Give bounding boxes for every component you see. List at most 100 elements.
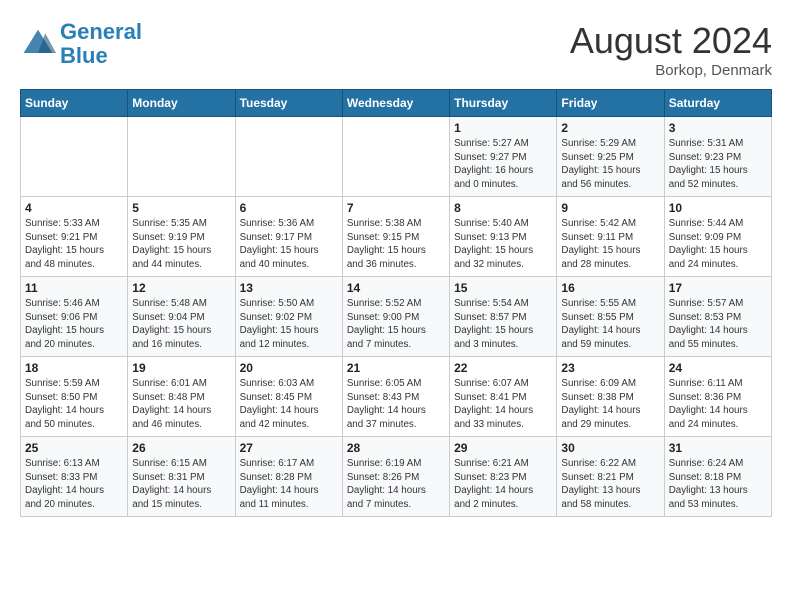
day-header-thursday: Thursday	[450, 90, 557, 117]
day-info: Sunrise: 6:11 AM Sunset: 8:36 PM Dayligh…	[669, 377, 767, 432]
day-info: Sunrise: 6:24 AM Sunset: 8:18 PM Dayligh…	[669, 457, 767, 512]
day-number: 12	[132, 281, 230, 295]
calendar-cell: 20 Sunrise: 6:03 AM Sunset: 8:45 PM Dayli…	[235, 357, 342, 437]
calendar-cell	[21, 117, 128, 197]
calendar-cell: 30Sunrise: 6:22 AM Sunset: 8:21 PM Dayli…	[557, 437, 664, 517]
day-info: Sunrise: 5:36 AM Sunset: 9:17 PM Dayligh…	[240, 217, 338, 272]
day-number: 1	[454, 121, 552, 135]
day-number: 29	[454, 441, 552, 455]
day-info: Sunrise: 5:35 AM Sunset: 9:19 PM Dayligh…	[132, 217, 230, 272]
calendar-cell: 23 Sunrise: 6:09 AM Sunset: 8:38 PM Dayli…	[557, 357, 664, 437]
day-number: 9	[561, 201, 659, 215]
calendar-cell: 6 Sunrise: 5:36 AM Sunset: 9:17 PM Daylig…	[235, 197, 342, 277]
day-info: Sunrise: 5:40 AM Sunset: 9:13 PM Dayligh…	[454, 217, 552, 272]
calendar-cell: 15Sunrise: 5:54 AM Sunset: 8:57 PM Dayli…	[450, 277, 557, 357]
day-info: Sunrise: 6:07 AM Sunset: 8:41 PM Dayligh…	[454, 377, 552, 432]
day-info: Sunrise: 6:09 AM Sunset: 8:38 PM Dayligh…	[561, 377, 659, 432]
calendar-cell: 27 Sunrise: 6:17 AM Sunset: 8:28 PM Dayli…	[235, 437, 342, 517]
day-number: 4	[25, 201, 123, 215]
location: Borkop, Denmark	[570, 62, 772, 79]
calendar-cell: 5Sunrise: 5:35 AM Sunset: 9:19 PM Daylig…	[128, 197, 235, 277]
day-number: 31	[669, 441, 767, 455]
day-number: 17	[669, 281, 767, 295]
day-number: 20	[240, 361, 338, 375]
logo-icon	[20, 26, 56, 62]
calendar-cell: 16 Sunrise: 5:55 AM Sunset: 8:55 PM Dayli…	[557, 277, 664, 357]
day-number: 11	[25, 281, 123, 295]
day-info: Sunrise: 5:48 AM Sunset: 9:04 PM Dayligh…	[132, 297, 230, 352]
logo: General Blue	[20, 20, 142, 68]
day-info: Sunrise: 5:38 AM Sunset: 9:15 PM Dayligh…	[347, 217, 445, 272]
day-number: 14	[347, 281, 445, 295]
day-info: Sunrise: 5:59 AM Sunset: 8:50 PM Dayligh…	[25, 377, 123, 432]
calendar-cell: 2Sunrise: 5:29 AM Sunset: 9:25 PM Daylig…	[557, 117, 664, 197]
calendar-cell: 26Sunrise: 6:15 AM Sunset: 8:31 PM Dayli…	[128, 437, 235, 517]
day-info: Sunrise: 6:22 AM Sunset: 8:21 PM Dayligh…	[561, 457, 659, 512]
day-number: 19	[132, 361, 230, 375]
day-number: 8	[454, 201, 552, 215]
day-number: 21	[347, 361, 445, 375]
calendar-cell: 4 Sunrise: 5:33 AM Sunset: 9:21 PM Daylig…	[21, 197, 128, 277]
day-number: 2	[561, 121, 659, 135]
calendar-cell	[235, 117, 342, 197]
day-info: Sunrise: 5:55 AM Sunset: 8:55 PM Dayligh…	[561, 297, 659, 352]
week-row-2: 4 Sunrise: 5:33 AM Sunset: 9:21 PM Daylig…	[21, 197, 772, 277]
day-info: Sunrise: 6:03 AM Sunset: 8:45 PM Dayligh…	[240, 377, 338, 432]
page-header: General Blue August 2024 Borkop, Denmark	[20, 20, 772, 79]
day-info: Sunrise: 6:19 AM Sunset: 8:26 PM Dayligh…	[347, 457, 445, 512]
calendar-cell: 31 Sunrise: 6:24 AM Sunset: 8:18 PM Dayli…	[664, 437, 771, 517]
day-info: Sunrise: 5:52 AM Sunset: 9:00 PM Dayligh…	[347, 297, 445, 352]
day-info: Sunrise: 5:46 AM Sunset: 9:06 PM Dayligh…	[25, 297, 123, 352]
day-number: 6	[240, 201, 338, 215]
week-row-4: 18 Sunrise: 5:59 AM Sunset: 8:50 PM Dayli…	[21, 357, 772, 437]
day-number: 3	[669, 121, 767, 135]
month-title: August 2024	[570, 20, 772, 62]
calendar-cell: 11 Sunrise: 5:46 AM Sunset: 9:06 PM Dayli…	[21, 277, 128, 357]
day-number: 28	[347, 441, 445, 455]
calendar-cell: 8 Sunrise: 5:40 AM Sunset: 9:13 PM Daylig…	[450, 197, 557, 277]
day-info: Sunrise: 5:57 AM Sunset: 8:53 PM Dayligh…	[669, 297, 767, 352]
calendar-cell: 24 Sunrise: 6:11 AM Sunset: 8:36 PM Dayli…	[664, 357, 771, 437]
calendar-cell: 1Sunrise: 5:27 AM Sunset: 9:27 PM Daylig…	[450, 117, 557, 197]
calendar-cell: 7Sunrise: 5:38 AM Sunset: 9:15 PM Daylig…	[342, 197, 449, 277]
day-number: 25	[25, 441, 123, 455]
calendar-cell: 29 Sunrise: 6:21 AM Sunset: 8:23 PM Dayli…	[450, 437, 557, 517]
day-number: 23	[561, 361, 659, 375]
calendar-cell: 18 Sunrise: 5:59 AM Sunset: 8:50 PM Dayli…	[21, 357, 128, 437]
calendar-table: SundayMondayTuesdayWednesdayThursdayFrid…	[20, 89, 772, 517]
day-number: 27	[240, 441, 338, 455]
day-header-saturday: Saturday	[664, 90, 771, 117]
day-info: Sunrise: 5:44 AM Sunset: 9:09 PM Dayligh…	[669, 217, 767, 272]
calendar-cell: 21Sunrise: 6:05 AM Sunset: 8:43 PM Dayli…	[342, 357, 449, 437]
day-info: Sunrise: 6:17 AM Sunset: 8:28 PM Dayligh…	[240, 457, 338, 512]
title-block: August 2024 Borkop, Denmark	[570, 20, 772, 79]
day-number: 24	[669, 361, 767, 375]
calendar-cell	[128, 117, 235, 197]
day-info: Sunrise: 6:13 AM Sunset: 8:33 PM Dayligh…	[25, 457, 123, 512]
day-number: 16	[561, 281, 659, 295]
logo-text: General Blue	[60, 20, 142, 68]
day-info: Sunrise: 5:42 AM Sunset: 9:11 PM Dayligh…	[561, 217, 659, 272]
day-number: 26	[132, 441, 230, 455]
day-info: Sunrise: 5:50 AM Sunset: 9:02 PM Dayligh…	[240, 297, 338, 352]
day-header-sunday: Sunday	[21, 90, 128, 117]
day-number: 18	[25, 361, 123, 375]
calendar-cell: 3 Sunrise: 5:31 AM Sunset: 9:23 PM Daylig…	[664, 117, 771, 197]
week-row-5: 25 Sunrise: 6:13 AM Sunset: 8:33 PM Dayli…	[21, 437, 772, 517]
day-number: 10	[669, 201, 767, 215]
calendar-cell: 25 Sunrise: 6:13 AM Sunset: 8:33 PM Dayli…	[21, 437, 128, 517]
day-header-wednesday: Wednesday	[342, 90, 449, 117]
day-info: Sunrise: 6:21 AM Sunset: 8:23 PM Dayligh…	[454, 457, 552, 512]
day-info: Sunrise: 6:01 AM Sunset: 8:48 PM Dayligh…	[132, 377, 230, 432]
calendar-cell: 13 Sunrise: 5:50 AM Sunset: 9:02 PM Dayli…	[235, 277, 342, 357]
week-row-1: 1Sunrise: 5:27 AM Sunset: 9:27 PM Daylig…	[21, 117, 772, 197]
calendar-cell: 10 Sunrise: 5:44 AM Sunset: 9:09 PM Dayli…	[664, 197, 771, 277]
calendar-cell: 9 Sunrise: 5:42 AM Sunset: 9:11 PM Daylig…	[557, 197, 664, 277]
calendar-header-row: SundayMondayTuesdayWednesdayThursdayFrid…	[21, 90, 772, 117]
day-info: Sunrise: 5:31 AM Sunset: 9:23 PM Dayligh…	[669, 137, 767, 192]
day-number: 15	[454, 281, 552, 295]
day-number: 13	[240, 281, 338, 295]
day-info: Sunrise: 5:33 AM Sunset: 9:21 PM Dayligh…	[25, 217, 123, 272]
day-header-friday: Friday	[557, 90, 664, 117]
calendar-cell: 17 Sunrise: 5:57 AM Sunset: 8:53 PM Dayli…	[664, 277, 771, 357]
